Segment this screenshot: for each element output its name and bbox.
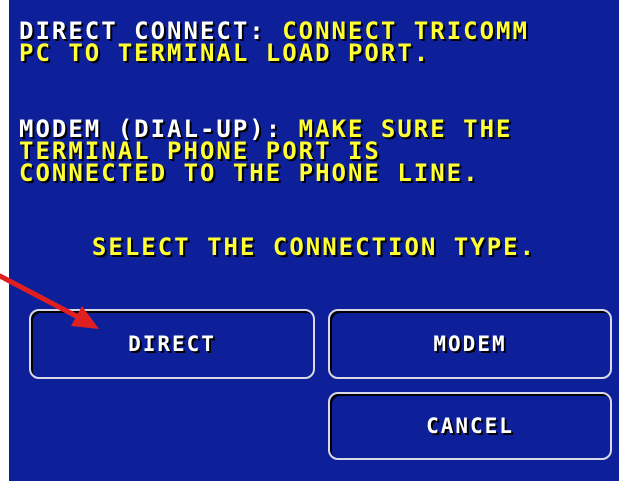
cancel-button-label: CANCEL <box>426 414 514 438</box>
direct-button[interactable]: DIRECT <box>29 309 315 379</box>
direct-button-label: DIRECT <box>128 332 216 356</box>
direct-connect-line-2: PC TO TERMINAL LOAD PORT. <box>19 39 431 67</box>
cancel-button[interactable]: CANCEL <box>328 392 612 460</box>
terminal-screen: DIRECT CONNECT: CONNECT TRICOMM PC TO TE… <box>9 0 619 481</box>
modem-button-label: MODEM <box>433 332 507 356</box>
modem-button[interactable]: MODEM <box>328 309 612 379</box>
select-connection-prompt: SELECT THE CONNECTION TYPE. <box>91 233 537 261</box>
modem-line-3: CONNECTED TO THE PHONE LINE. <box>19 159 480 187</box>
